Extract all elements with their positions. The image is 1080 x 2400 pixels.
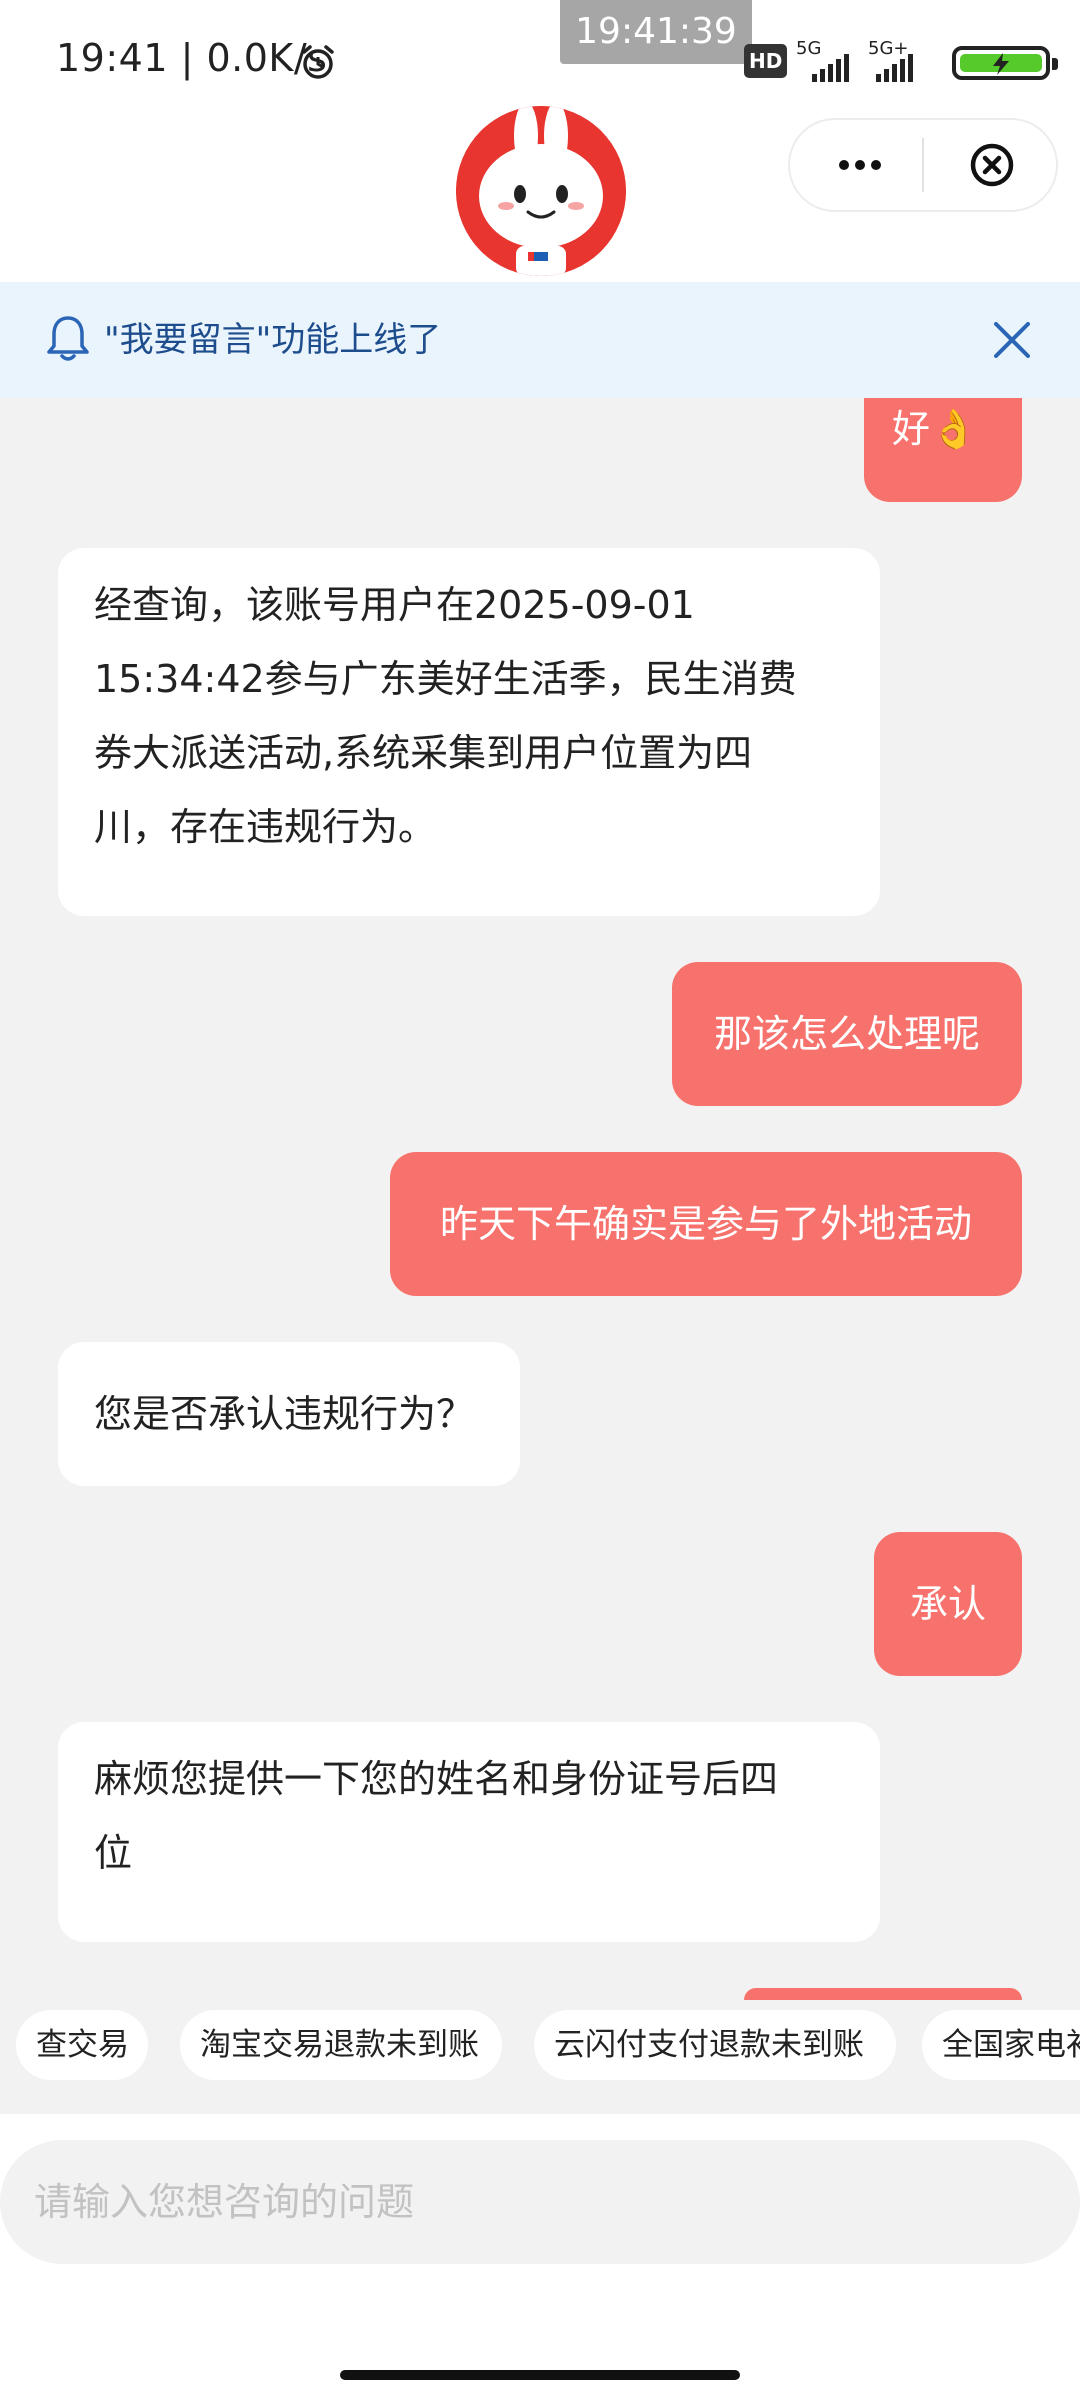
- quick-tag[interactable]: 全国家电补: [922, 2010, 1080, 2080]
- notice-text[interactable]: "我要留言"功能上线了: [104, 314, 441, 366]
- system-clock: 19:41:39: [560, 0, 752, 64]
- message-line: 经查询，该账号用户在2025-09-01: [94, 583, 695, 627]
- message-line: 麻烦您提供一下您的姓名和身份证号后四: [94, 1757, 779, 1801]
- user-message: 好👌: [864, 398, 1022, 502]
- message-line: 15:34:42参与广东美好生活季，民生消费: [94, 657, 797, 701]
- message-text: 好👌: [892, 407, 978, 451]
- user-message: 昨天下午确实是参与了外地活动: [390, 1152, 1022, 1296]
- bot-message: 麻烦您提供一下您的姓名和身份证号后四 位: [58, 1722, 880, 1942]
- alarm-clock-icon: [302, 45, 334, 79]
- home-indicator[interactable]: [340, 2370, 740, 2380]
- user-message-partial: [744, 1988, 1022, 2000]
- user-message: 那该怎么处理呢: [672, 962, 1022, 1106]
- message-line: 您是否承认违规行为？: [94, 1392, 475, 1436]
- rabbit-mascot-icon: [456, 106, 626, 276]
- quick-tag[interactable]: 云闪付支付退款未到账: [534, 2010, 896, 2080]
- message-line: 川，存在违规行为。: [94, 805, 437, 849]
- message-text: 昨天下午确实是参与了外地活动: [439, 1202, 972, 1246]
- status-time: 19:41 | 0.0K/s: [56, 36, 328, 80]
- quick-tags-bar: 查交易 淘宝交易退款未到账 云闪付支付退款未到账 全国家电补: [0, 2010, 1080, 2092]
- user-message: 承认: [874, 1532, 1022, 1676]
- capsule-divider: [922, 138, 924, 192]
- message-text: 承认: [909, 1582, 986, 1626]
- signal-icon: [812, 54, 849, 82]
- bell-icon: [47, 316, 89, 361]
- question-input[interactable]: [0, 2140, 1080, 2264]
- quick-tag[interactable]: 查交易: [16, 2010, 148, 2080]
- quick-tag[interactable]: 淘宝交易退款未到账: [180, 2010, 502, 2080]
- message-text: 那该怎么处理呢: [713, 1012, 980, 1056]
- mascot-avatar: [456, 106, 626, 276]
- message-line: 位: [94, 1831, 133, 1875]
- bot-message: 您是否承认违规行为？: [58, 1342, 520, 1486]
- hd-voice-icon: HD: [744, 44, 788, 78]
- battery-icon: [952, 46, 1058, 80]
- bot-message: 经查询，该账号用户在2025-09-01 15:34:42参与广东美好生活季，民…: [58, 548, 880, 916]
- signal-icon-2: [876, 54, 913, 82]
- more-dots-icon[interactable]: [820, 140, 900, 190]
- message-line: 券大派送活动,系统采集到用户位置为四: [94, 731, 753, 775]
- notice-close-icon[interactable]: [990, 318, 1034, 362]
- close-circle-icon[interactable]: [962, 140, 1022, 190]
